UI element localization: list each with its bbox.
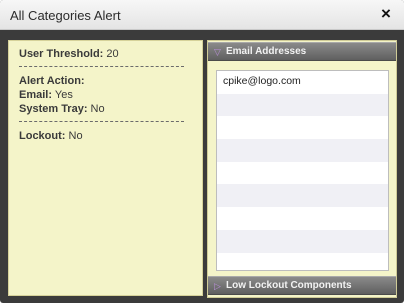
- title-bar: All Categories Alert ×: [0, 0, 404, 30]
- email-setting-label: Email:: [19, 89, 53, 101]
- email-setting-line: Email: Yes: [19, 88, 194, 102]
- alert-action-label: Alert Action:: [19, 75, 85, 87]
- alert-dialog: All Categories Alert × User Threshold: 2…: [0, 0, 404, 303]
- dialog-title: All Categories Alert: [10, 8, 121, 23]
- email-setting-value: Yes: [54, 89, 73, 101]
- alert-action-line: Alert Action:: [19, 74, 194, 88]
- low-lockout-components-header[interactable]: ▷ Low Lockout Components: [208, 276, 396, 295]
- system-tray-value: No: [90, 103, 105, 115]
- alert-summary-panel: User Threshold: 20 Alert Action: Email: …: [8, 40, 203, 296]
- email-addresses-title: Email Addresses: [226, 46, 307, 57]
- user-threshold-value: 20: [106, 48, 119, 60]
- lockout-label: Lockout:: [19, 130, 66, 142]
- list-item[interactable]: [217, 116, 388, 139]
- list-item[interactable]: [217, 184, 388, 208]
- close-icon[interactable]: ×: [378, 5, 394, 23]
- user-threshold-label: User Threshold:: [19, 48, 104, 60]
- lockout-value: No: [68, 130, 83, 142]
- user-threshold-line: User Threshold: 20: [19, 47, 194, 61]
- list-item[interactable]: [217, 162, 388, 185]
- expand-arrow-icon: ▽: [214, 47, 221, 57]
- divider: [19, 66, 184, 67]
- lockout-line: Lockout: No: [19, 129, 194, 143]
- collapsed-arrow-icon: ▷: [214, 281, 221, 291]
- low-lockout-components-title: Low Lockout Components: [226, 280, 352, 291]
- list-item[interactable]: cpike@logo.com: [217, 71, 388, 94]
- system-tray-line: System Tray: No: [19, 102, 194, 116]
- list-item[interactable]: [217, 207, 388, 230]
- email-address-list[interactable]: cpike@logo.com: [216, 70, 389, 271]
- list-item[interactable]: [217, 253, 388, 276]
- list-item[interactable]: [217, 93, 388, 117]
- email-addresses-header[interactable]: ▽ Email Addresses: [208, 42, 396, 61]
- system-tray-label: System Tray:: [19, 103, 88, 115]
- details-panel: ▽ Email Addresses cpike@logo.com ▷ Low L…: [207, 40, 397, 298]
- list-item[interactable]: [217, 229, 388, 253]
- list-item[interactable]: [217, 139, 388, 162]
- divider: [19, 121, 184, 122]
